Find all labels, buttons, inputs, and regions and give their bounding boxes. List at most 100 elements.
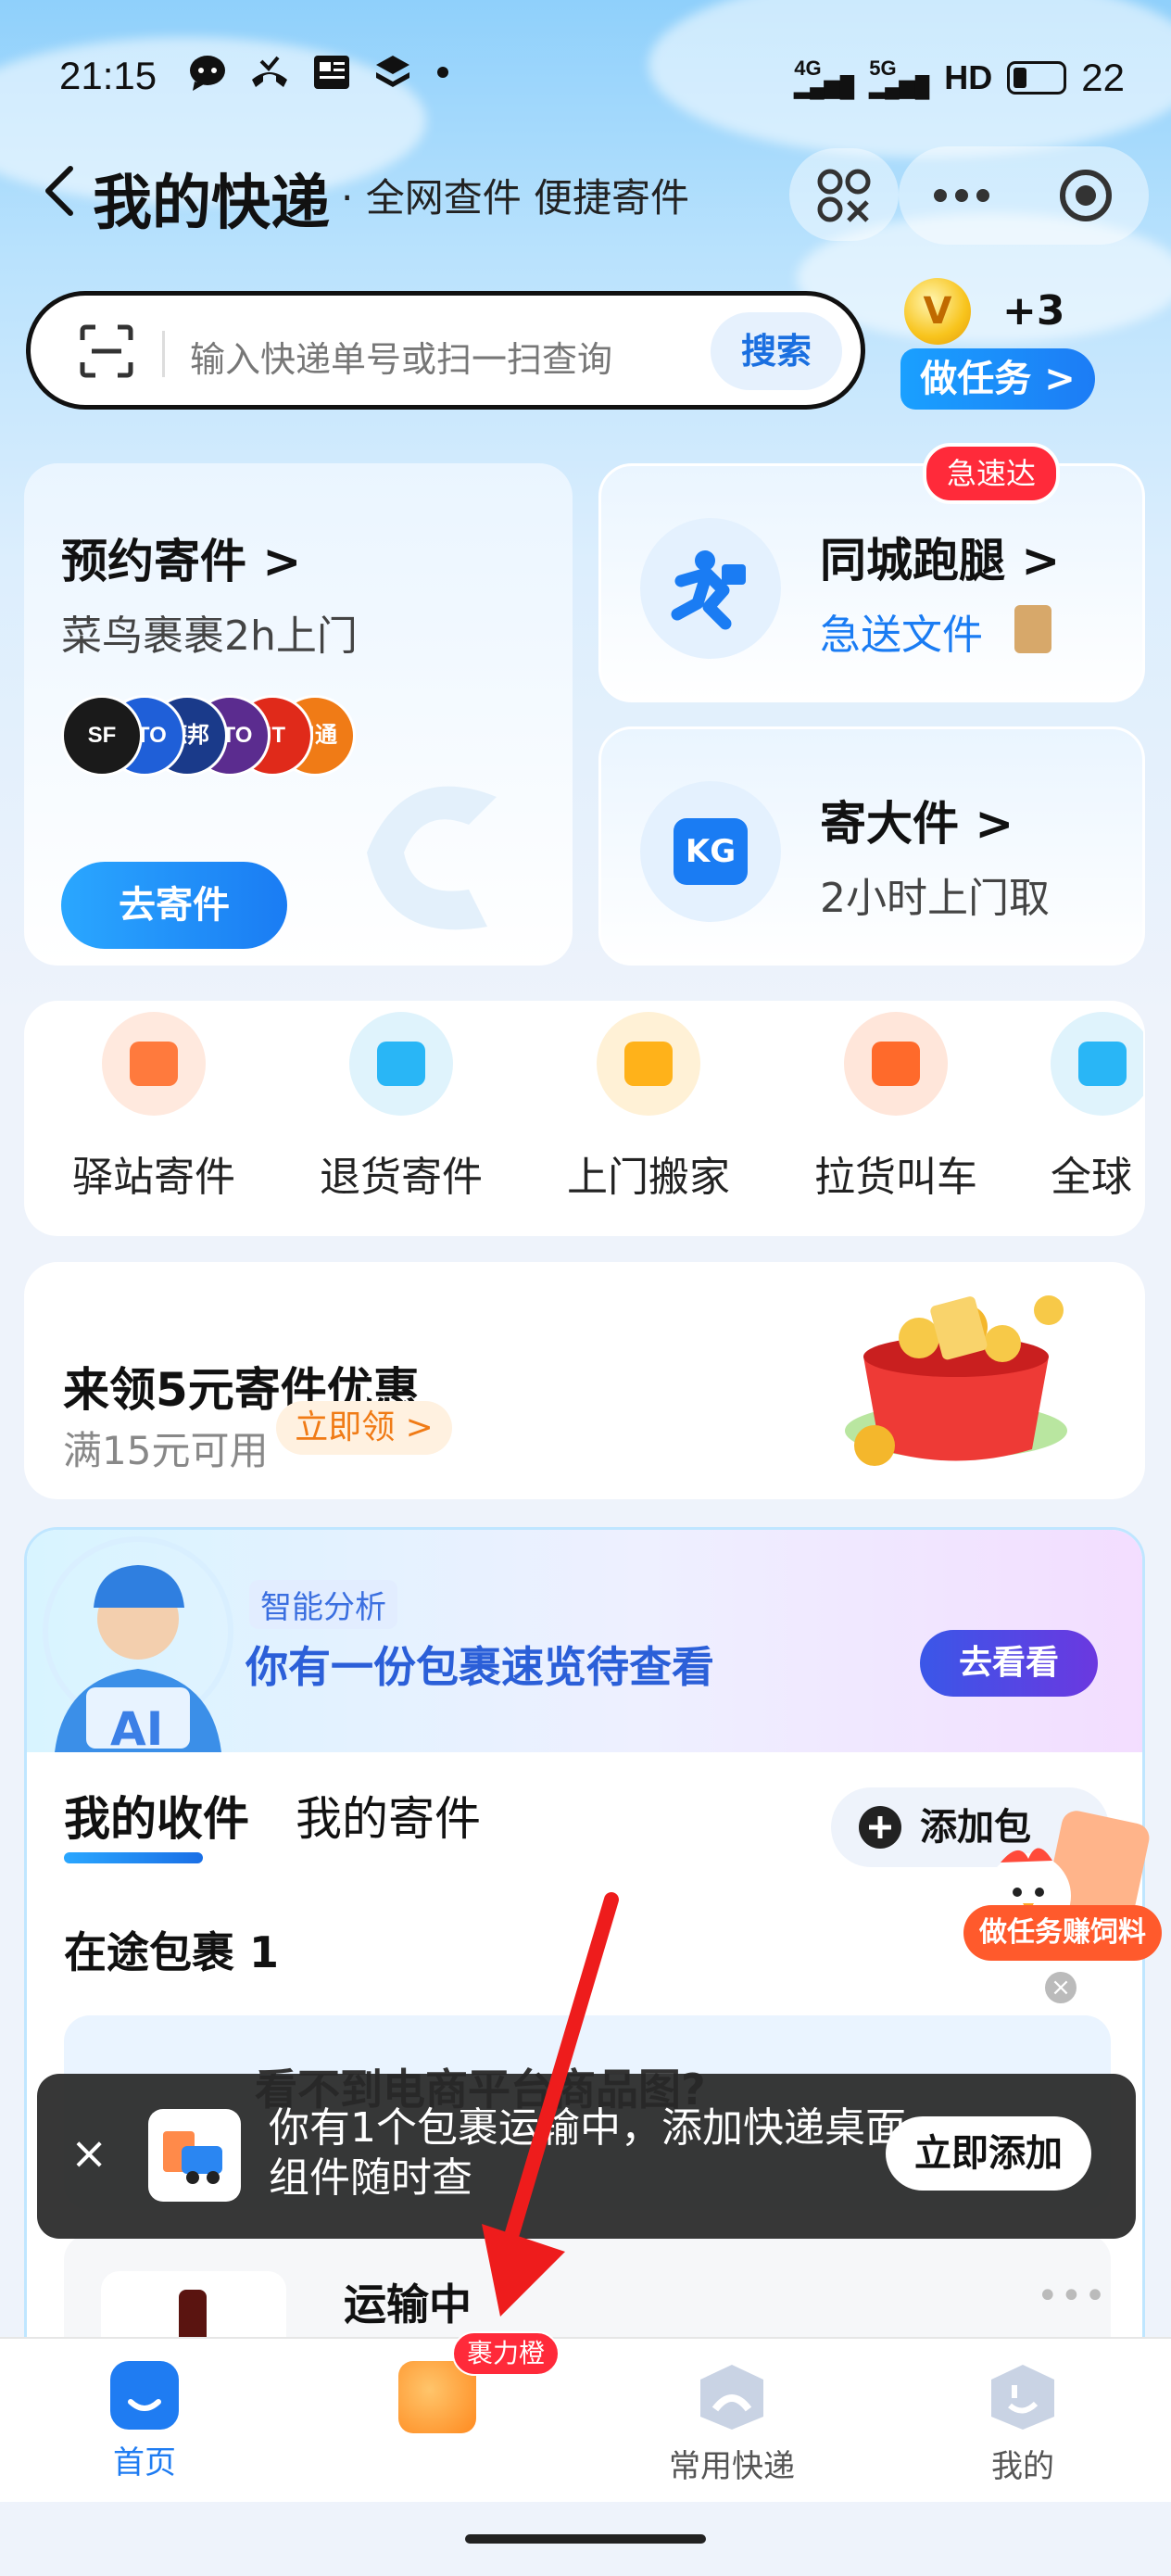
bulky-card[interactable]: KG 寄大件 > 2小时上门取 (598, 726, 1145, 966)
search-input[interactable]: 输入快递单号或扫一扫查询 (190, 331, 612, 382)
quick-action-glyph (872, 1042, 920, 1086)
phone-missed-icon (252, 56, 287, 87)
courier-shield-icon (700, 2365, 763, 2430)
truck-graphic (163, 2131, 222, 2184)
quick-action-icon (102, 1012, 206, 1116)
kg-icon-label: KG (685, 833, 737, 870)
battery-icon (1007, 61, 1067, 95)
courier-logo: SF (61, 695, 143, 777)
layers-icon (376, 56, 409, 87)
nav-guoli-badge: 裹力橙 (452, 2331, 560, 2376)
tab-active-indicator (64, 1852, 203, 1863)
coin-icon: V (904, 278, 971, 345)
quick-action-glyph (1078, 1042, 1127, 1086)
back-arrow-icon[interactable] (37, 163, 83, 219)
grid-scan-icon (817, 169, 871, 222)
watermark-logo (367, 786, 497, 930)
do-task-button[interactable]: 做任务 > (900, 348, 1095, 410)
quick-action-glyph (377, 1042, 425, 1086)
tab-received[interactable]: 我的收件 (64, 1782, 249, 1849)
news-icon (314, 56, 349, 89)
tab-sent[interactable]: 我的寄件 (296, 1782, 481, 1849)
ai-banner[interactable]: AI 智能分析 你有一份包裹速览待查看 去看看 (27, 1530, 1142, 1756)
nav-mine[interactable]: 我的 (930, 2361, 1115, 2486)
express-badge: 急速达 (923, 443, 1061, 504)
appointment-subtitle: 菜鸟裹裹2h上门 (61, 612, 358, 660)
quick-action-item[interactable]: 上门搬家 (556, 1012, 741, 1203)
chat-bubble-icon (190, 56, 225, 91)
signal-4g: 4G ▂▄▆█ (794, 57, 855, 98)
signal-5g: 5G ▂▄▆█ (869, 57, 930, 98)
nav-home-label: 首页 (113, 2444, 176, 2481)
quick-action-item[interactable]: 驿站寄件 (61, 1012, 246, 1203)
quick-action-glyph (624, 1042, 673, 1086)
close-miniapp-icon[interactable] (1028, 146, 1149, 245)
nav-guoli[interactable] (345, 2361, 530, 2478)
task-widget[interactable]: V +3 做任务 > (900, 271, 1095, 410)
red-envelope-icon (845, 1295, 1067, 1466)
quick-action-item[interactable]: 拉货叫车 (803, 1012, 988, 1203)
search-divider (162, 331, 165, 377)
home-icon (110, 2361, 179, 2430)
runner-icon-bg (640, 518, 781, 659)
delivery-truck-icon (148, 2109, 241, 2202)
nav-home[interactable]: 首页 (52, 2361, 237, 2482)
in-transit-title: 在途包裹 1 (64, 1927, 280, 1977)
ai-message: 你有一份包裹速览待查看 (246, 1642, 714, 1692)
profile-face-icon (991, 2365, 1054, 2430)
package-more-icon[interactable]: ••• (1037, 2275, 1108, 2317)
go-ship-button[interactable]: 去寄件 (61, 862, 287, 949)
errand-card[interactable]: 同城跑腿 > 急送文件 (598, 463, 1145, 702)
view-analysis-button[interactable]: 去看看 (920, 1630, 1098, 1697)
scan-menu-button[interactable] (789, 148, 899, 241)
scan-icon[interactable] (79, 323, 134, 379)
errand-subtitle: 急送文件 (820, 612, 983, 659)
bottom-nav: 首页 裹力橙 常用快递 我的 (0, 2331, 1171, 2502)
kg-icon: KG (674, 818, 748, 885)
status-icons (185, 52, 452, 93)
quick-action-item[interactable]: 全球 (1051, 1012, 1143, 1203)
errand-title: 同城跑腿 > (820, 534, 1061, 587)
coupon-card[interactable]: 来领5元寄件优惠 满15元可用 立即领 > (24, 1262, 1145, 1499)
home-indicator[interactable] (465, 2534, 706, 2544)
search-button[interactable]: 搜索 (711, 312, 842, 390)
quick-action-icon (597, 1012, 700, 1116)
home-icon-glyph (128, 2399, 161, 2411)
quick-action-label: 上门搬家 (567, 1154, 730, 1201)
floating-close-icon[interactable]: × (1045, 1972, 1077, 2003)
page-subtitle: · 全网查件 便捷寄件 (341, 175, 690, 221)
quick-action-item[interactable]: 退货寄件 (308, 1012, 494, 1203)
bulky-subtitle: 2小时上门取 (820, 875, 1050, 922)
nav-guoli-label (345, 2441, 530, 2478)
floating-task-widget[interactable]: 做任务赚饲料 (963, 1803, 1162, 1979)
kg-icon-bg: KG (640, 781, 781, 922)
miniapp-capsule (899, 146, 1149, 245)
toast-close-icon[interactable]: × (70, 2128, 107, 2179)
appointment-title: 预约寄件 > (61, 535, 302, 588)
red-arrow-annotation (482, 1892, 619, 2317)
signal-4g-label: 4G (794, 57, 822, 80)
add-widget-button[interactable]: 立即添加 (886, 2116, 1091, 2191)
appointment-card[interactable]: 预约寄件 > 菜鸟裹裹2h上门 SF ZTO 德邦 YTO JT 申通 去寄件 (24, 463, 573, 966)
quick-action-glyph (130, 1042, 178, 1086)
floating-task-label: 做任务赚饲料 (963, 1905, 1162, 1961)
quick-action-label: 全球 (1051, 1154, 1132, 1201)
nav-mine-label: 我的 (991, 2448, 1054, 2485)
task-points: +3 (1002, 287, 1065, 335)
quick-action-icon (1051, 1012, 1143, 1116)
tracking-search-bar[interactable]: 输入快递单号或扫一扫查询 搜索 (26, 291, 865, 410)
runner-icon (671, 550, 746, 630)
more-icon[interactable] (899, 146, 1019, 245)
bulky-title: 寄大件 > (820, 797, 1014, 851)
status-bar: 21:15 4G ▂▄▆█ 5G ▂▄▆█ HD 22 (0, 46, 1171, 111)
ai-tag: 智能分析 (249, 1580, 397, 1629)
nav-common-label: 常用快递 (669, 2448, 795, 2485)
claim-coupon-button[interactable]: 立即领 > (276, 1401, 452, 1455)
quick-action-icon (349, 1012, 453, 1116)
page-title: 我的快递 (93, 170, 330, 238)
plus-circle-icon (859, 1806, 901, 1849)
nav-common-couriers[interactable]: 常用快递 (639, 2361, 825, 2486)
coupon-subtitle: 满15元可用 (63, 1428, 269, 1473)
dot-icon (437, 67, 448, 78)
battery-level: 22 (1081, 56, 1125, 99)
